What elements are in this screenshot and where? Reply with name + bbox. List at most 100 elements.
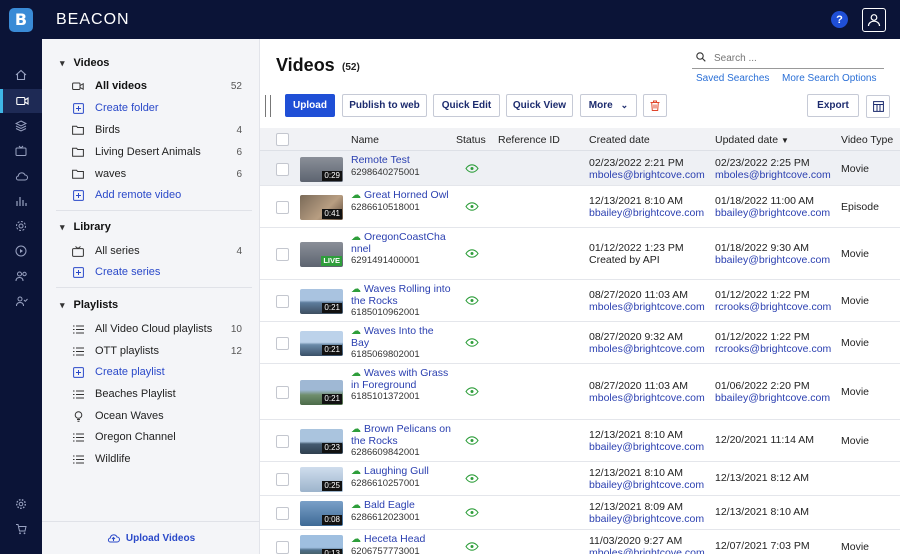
quick-view-button[interactable]: Quick View — [506, 94, 573, 117]
video-title-link[interactable]: Waves with Grass in Foreground — [351, 367, 448, 391]
row-checkbox[interactable] — [276, 473, 289, 486]
help-icon[interactable]: ? — [831, 11, 848, 28]
search-box[interactable] — [692, 49, 884, 69]
created-by[interactable]: bbailey@brightcove.com — [589, 479, 704, 491]
column-video-type[interactable]: Video Type — [841, 134, 893, 146]
row-checkbox[interactable] — [276, 337, 289, 350]
row-checkbox[interactable] — [276, 248, 289, 261]
column-reference-id[interactable]: Reference ID — [498, 134, 560, 146]
video-thumbnail[interactable]: 0:25 — [300, 467, 343, 492]
created-by[interactable]: bbailey@brightcove.com — [589, 207, 704, 219]
rail-tv[interactable] — [0, 139, 42, 163]
table-row[interactable]: 0:21 ☁ Waves with Grass in Foreground 61851… — [260, 364, 900, 420]
updated-by[interactable]: rcrooks@brightcove.com — [715, 343, 831, 355]
video-thumbnail[interactable]: 0:21 — [300, 289, 343, 314]
select-all-checkbox[interactable] — [276, 133, 289, 146]
video-thumbnail[interactable]: 0:08 — [300, 501, 343, 526]
video-thumbnail[interactable]: 0:13 — [300, 535, 343, 554]
library-section-header[interactable]: ▾ Library — [60, 221, 111, 233]
row-checkbox[interactable] — [276, 163, 289, 176]
playlists-section-header[interactable]: ▾ Playlists — [60, 299, 118, 311]
saved-searches-link[interactable]: Saved Searches — [696, 73, 769, 84]
publish-to-web-button[interactable]: Publish to web — [342, 94, 427, 117]
table-row[interactable]: 0:41 ☁ Great Horned Owl 6286610518001 12/13/… — [260, 186, 900, 228]
user-account-button[interactable] — [862, 8, 886, 32]
video-title-link[interactable]: Remote Test — [351, 154, 410, 166]
created-by[interactable]: mboles@brightcove.com — [589, 392, 705, 404]
updated-by[interactable]: rcrooks@brightcove.com — [715, 301, 831, 313]
row-checkbox[interactable] — [276, 295, 289, 308]
table-row[interactable]: 0:23 ☁ Brown Pelicans on the Rocks 62866098… — [260, 420, 900, 462]
sidebar-item-all-series[interactable]: All series 4 — [72, 242, 242, 260]
sidebar-item-create-folder[interactable]: Create folder — [72, 99, 242, 117]
rail-layers[interactable] — [0, 114, 42, 138]
videos-section-header[interactable]: ▾ Videos — [60, 57, 109, 69]
rail-settings[interactable] — [0, 492, 42, 516]
rail-play[interactable] — [0, 239, 42, 263]
rail-user-admin[interactable] — [0, 289, 42, 313]
video-thumbnail[interactable]: 0:41 — [300, 195, 343, 220]
sidebar-item-beaches-playlist[interactable]: Beaches Playlist — [72, 385, 242, 403]
video-title-link[interactable]: Bald Eagle — [364, 499, 415, 511]
column-updated-date[interactable]: Updated date ▼ — [715, 134, 789, 146]
video-title-link[interactable]: Great Horned Owl — [364, 189, 449, 201]
row-checkbox[interactable] — [276, 507, 289, 520]
more-actions-dropdown[interactable]: More ⌄ — [580, 94, 637, 117]
updated-by[interactable]: bbailey@brightcove.com — [715, 207, 830, 219]
rail-audience[interactable] — [0, 264, 42, 288]
sidebar-item-create-playlist[interactable]: Create playlist — [72, 363, 242, 381]
video-title-link[interactable]: Laughing Gull — [364, 465, 429, 477]
column-created-date[interactable]: Created date — [589, 134, 650, 146]
created-by[interactable]: bbailey@brightcove.com — [589, 513, 704, 525]
created-by[interactable]: mboles@brightcove.com — [589, 301, 705, 313]
table-row[interactable]: 0:29 Remote Test 6298640275001 02/23/2022 2… — [260, 151, 900, 186]
video-title-link[interactable]: OregonCoastChannel — [351, 231, 446, 255]
table-row[interactable]: 0:25 ☁ Laughing Gull 6286610257001 12/13/202… — [260, 462, 900, 496]
sidebar-item-ocean-waves[interactable]: Ocean Waves — [72, 407, 242, 425]
column-status[interactable]: Status — [456, 134, 486, 146]
updated-by[interactable]: bbailey@brightcove.com — [715, 254, 830, 266]
row-checkbox[interactable] — [276, 201, 289, 214]
video-thumbnail[interactable]: 0:21 — [300, 380, 343, 405]
upload-button[interactable]: Upload — [285, 94, 335, 117]
row-checkbox[interactable] — [276, 386, 289, 399]
video-thumbnail[interactable]: 0:23 — [300, 429, 343, 454]
video-thumbnail[interactable]: 0:21 — [300, 331, 343, 356]
video-title-link[interactable]: Brown Pelicans on the Rocks — [351, 423, 451, 447]
beacon-logo[interactable]: B — [0, 0, 42, 39]
sidebar-item-all-video-cloud-playlists[interactable]: All Video Cloud playlists 10 — [72, 320, 242, 338]
sidebar-item-oregon-channel[interactable]: Oregon Channel — [72, 428, 242, 446]
column-settings-button[interactable] — [866, 95, 890, 118]
sidebar-item-all-videos[interactable]: All videos 52 — [72, 77, 242, 95]
created-by[interactable]: mboles@brightcove.com — [589, 343, 705, 355]
video-title-link[interactable]: Heceta Head — [364, 533, 425, 545]
rail-videos[interactable] — [0, 89, 42, 113]
rail-cart[interactable] — [0, 517, 42, 541]
created-by[interactable]: mboles@brightcove.com — [589, 547, 705, 554]
sidebar-item-birds[interactable]: Birds 4 — [72, 121, 242, 139]
created-by[interactable]: mboles@brightcove.com — [589, 169, 705, 181]
sidebar-item-add-remote-video[interactable]: Add remote video — [72, 186, 242, 204]
video-thumbnail[interactable]: 0:29 — [300, 157, 343, 182]
table-row[interactable]: 0:21 ☁ Waves Rolling into the Rocks 6185010… — [260, 280, 900, 322]
row-checkbox[interactable] — [276, 541, 289, 554]
panel-resize-handle[interactable] — [265, 95, 271, 117]
created-by[interactable]: bbailey@brightcove.com — [589, 441, 704, 453]
updated-by[interactable]: mboles@brightcove.com — [715, 169, 831, 181]
rail-analytics[interactable] — [0, 189, 42, 213]
row-checkbox[interactable] — [276, 435, 289, 448]
export-button[interactable]: Export — [807, 94, 859, 117]
rail-settings-gear[interactable] — [0, 214, 42, 238]
video-title-link[interactable]: Waves Into the Bay — [351, 325, 434, 349]
delete-button[interactable] — [643, 94, 667, 117]
table-row[interactable]: 0:13 ☁ Heceta Head 6206757773001 11/03/2020 … — [260, 530, 900, 554]
rail-home[interactable] — [0, 63, 42, 87]
table-row[interactable]: 0:08 ☁ Bald Eagle 6286612023001 12/13/2021 8… — [260, 496, 900, 530]
sidebar-item-create-series[interactable]: Create series — [72, 263, 242, 281]
sidebar-item-living-desert-animals[interactable]: Living Desert Animals 6 — [72, 143, 242, 161]
quick-edit-button[interactable]: Quick Edit — [433, 94, 500, 117]
rail-cloud[interactable] — [0, 164, 42, 188]
search-input[interactable] — [714, 53, 864, 64]
table-row[interactable]: LIVE ☁ OregonCoastChannel 6291491400001 01/1… — [260, 228, 900, 280]
column-name[interactable]: Name — [351, 134, 379, 146]
